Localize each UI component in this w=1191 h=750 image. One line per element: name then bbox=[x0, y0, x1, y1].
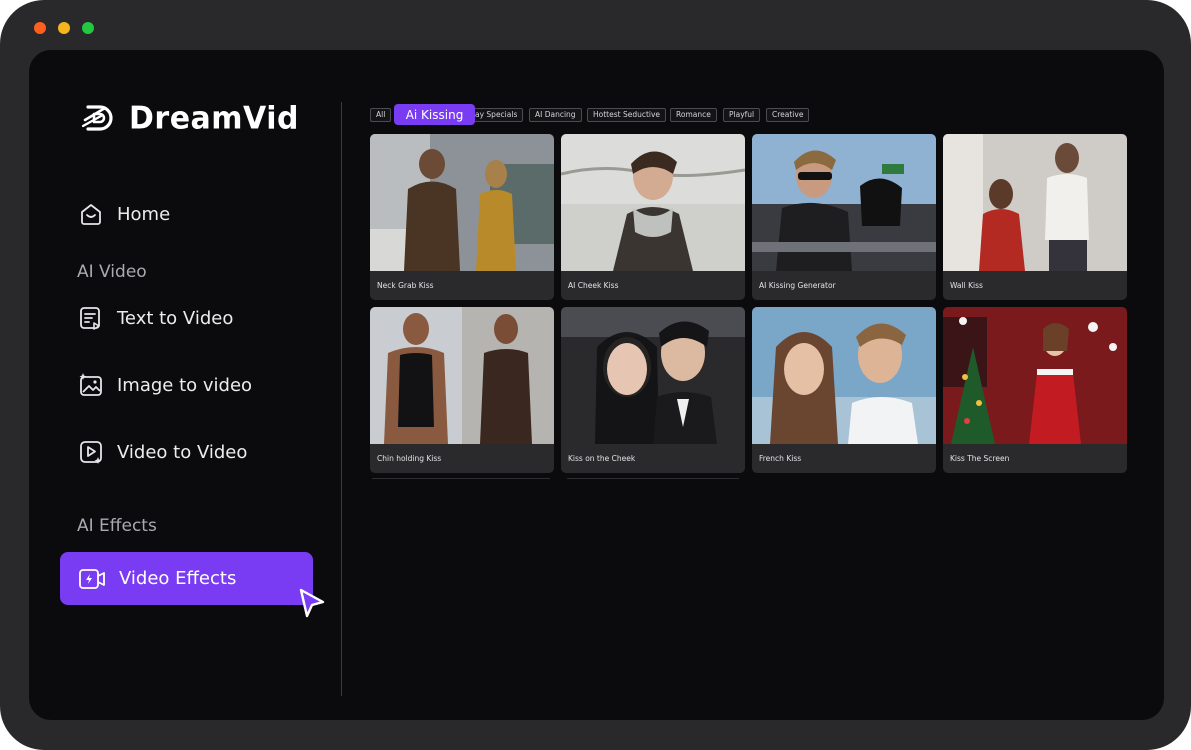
close-window-button[interactable] bbox=[34, 22, 46, 34]
effect-card[interactable]: Kiss on the Cheek bbox=[561, 307, 745, 473]
sidebar-item-video-to-video[interactable]: Video to Video bbox=[77, 436, 247, 468]
tab-creative[interactable]: Creative bbox=[766, 108, 810, 122]
card-title: French Kiss bbox=[759, 454, 802, 463]
sidebar-item-label: Home bbox=[117, 203, 171, 225]
app-logo[interactable]: DreamVid bbox=[79, 98, 299, 138]
tab-ai-dancing[interactable]: AI Dancing bbox=[529, 108, 582, 122]
card-title: Neck Grab Kiss bbox=[377, 281, 434, 290]
scroll-hint-line bbox=[567, 478, 739, 479]
video-video-icon bbox=[77, 438, 105, 466]
app-screen: DreamVid Home AI Video Text to Video Ima… bbox=[29, 50, 1164, 720]
card-title: AI Cheek Kiss bbox=[568, 281, 619, 290]
tab-romance[interactable]: Romance bbox=[670, 108, 717, 122]
sidebar-item-label: Text to Video bbox=[117, 307, 234, 329]
effect-card[interactable]: Chin holding Kiss bbox=[370, 307, 554, 473]
card-thumbnail bbox=[370, 134, 554, 271]
scroll-hint-line bbox=[372, 478, 550, 479]
minimize-window-button[interactable] bbox=[58, 22, 70, 34]
effect-card[interactable]: Neck Grab Kiss bbox=[370, 134, 554, 300]
card-title: Kiss on the Cheek bbox=[568, 454, 636, 463]
dreamvid-logo-icon bbox=[81, 105, 113, 131]
sidebar-item-text-to-video[interactable]: Text to Video bbox=[77, 302, 233, 334]
mouse-cursor-icon bbox=[299, 588, 325, 618]
maximize-window-button[interactable] bbox=[82, 22, 94, 34]
app-window: DreamVid Home AI Video Text to Video Ima… bbox=[0, 0, 1191, 750]
card-title: Chin holding Kiss bbox=[377, 454, 442, 463]
sidebar-divider bbox=[341, 102, 342, 696]
effect-card[interactable]: French Kiss bbox=[752, 307, 936, 473]
card-thumbnail bbox=[561, 307, 745, 444]
sidebar-item-label: Image to video bbox=[117, 374, 253, 396]
tab-ai-kissing[interactable]: Ai Kissing bbox=[394, 104, 475, 125]
card-thumbnail bbox=[752, 134, 936, 271]
sidebar-item-label: Video to Video bbox=[117, 441, 248, 463]
tab-all[interactable]: All bbox=[370, 108, 392, 122]
section-ai-video: AI Video bbox=[77, 262, 147, 282]
effect-card[interactable]: AI Cheek Kiss bbox=[561, 134, 745, 300]
card-thumbnail bbox=[370, 307, 554, 444]
sidebar-item-image-to-video[interactable]: Image to video bbox=[77, 369, 252, 401]
video-effects-icon bbox=[77, 564, 107, 594]
sidebar-item-label: Video Effects bbox=[119, 568, 237, 589]
effect-card[interactable]: AI Kissing Generator bbox=[752, 134, 936, 300]
text-video-icon bbox=[77, 304, 105, 332]
tab-hottest-seductive[interactable]: Hottest Seductive bbox=[587, 108, 667, 122]
tab-playful[interactable]: Playful bbox=[723, 108, 761, 122]
home-icon bbox=[77, 200, 105, 228]
card-thumbnail bbox=[752, 307, 936, 444]
effect-card[interactable]: Kiss The Screen bbox=[943, 307, 1127, 473]
image-video-icon bbox=[77, 371, 105, 399]
card-thumbnail bbox=[943, 307, 1127, 444]
tab-specials[interactable]: ay Specials bbox=[470, 108, 524, 122]
card-thumbnail bbox=[943, 134, 1127, 271]
sidebar-item-video-effects[interactable]: Video Effects bbox=[60, 552, 313, 605]
sidebar-item-home[interactable]: Home bbox=[77, 198, 170, 230]
app-name: DreamVid bbox=[129, 99, 299, 137]
card-title: AI Kissing Generator bbox=[759, 281, 836, 290]
card-thumbnail bbox=[561, 134, 745, 271]
card-title: Wall Kiss bbox=[950, 281, 983, 290]
effect-card[interactable]: Wall Kiss bbox=[943, 134, 1127, 300]
card-title: Kiss The Screen bbox=[950, 454, 1010, 463]
section-ai-effects: AI Effects bbox=[77, 516, 157, 536]
